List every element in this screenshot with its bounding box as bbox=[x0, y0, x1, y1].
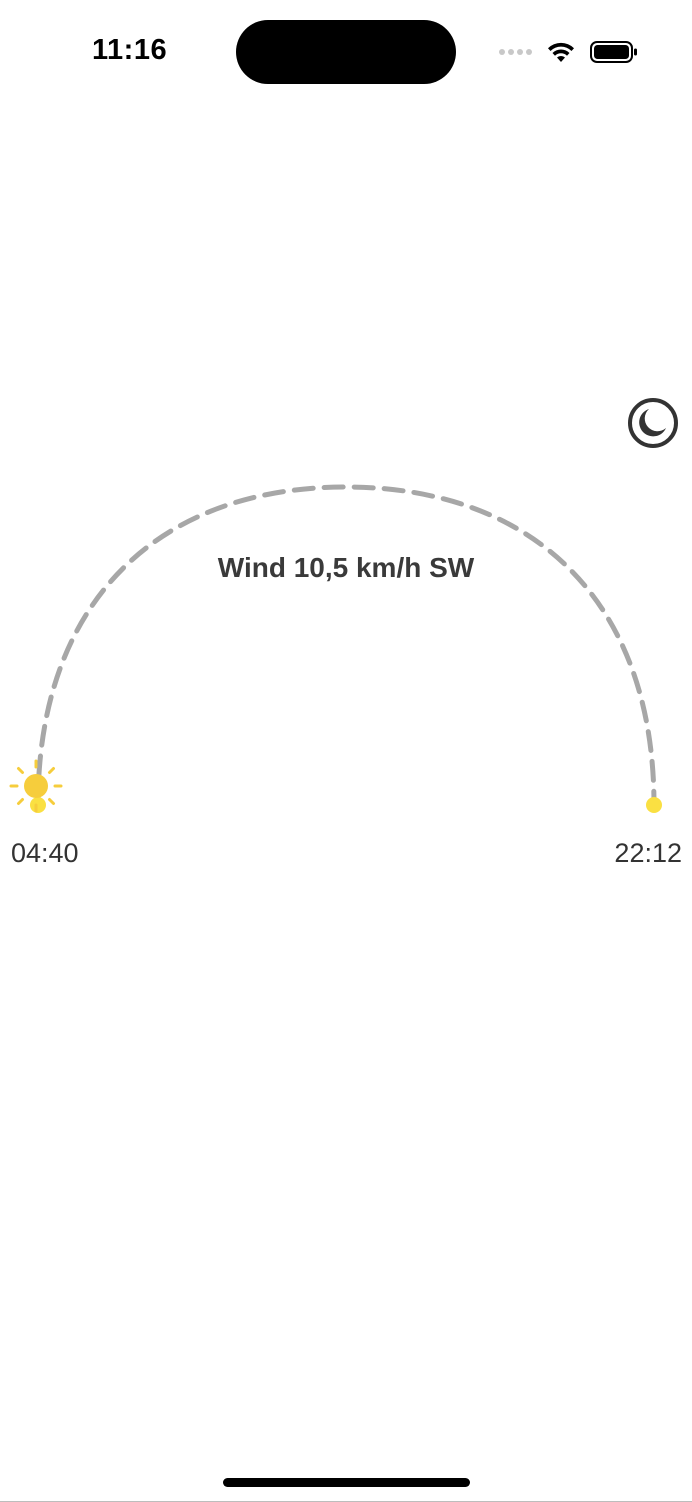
wind-info: Wind 10,5 km/h SW bbox=[217, 552, 475, 583]
sun-path-dashed-line bbox=[35, 484, 657, 808]
sunrise-time: 04:40 bbox=[11, 838, 79, 868]
home-indicator[interactable] bbox=[223, 1478, 470, 1487]
sunrise-endpoint bbox=[30, 797, 46, 813]
sun-path-arc bbox=[9, 484, 662, 813]
sunset-time: 22:12 bbox=[614, 838, 682, 868]
sun-icon bbox=[9, 759, 63, 813]
sunset-endpoint bbox=[646, 797, 662, 813]
